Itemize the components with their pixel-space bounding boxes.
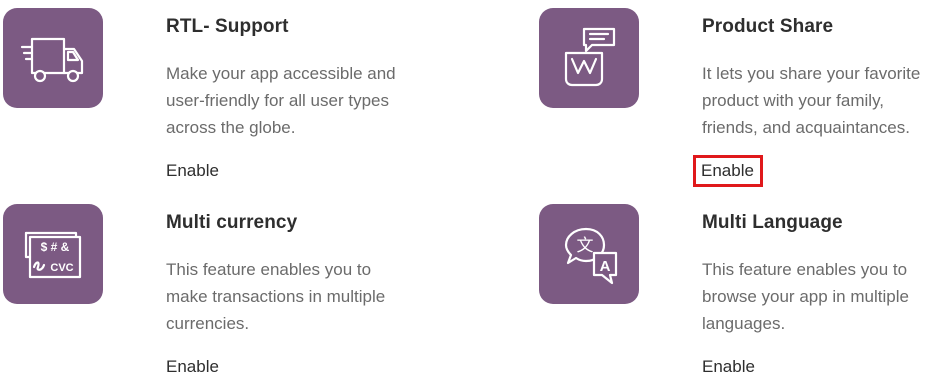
feature-title: RTL- Support — [166, 16, 289, 37]
feature-icon-tile — [3, 8, 103, 108]
feature-description: This feature enables you to browse your … — [702, 260, 909, 333]
feature-title: Product Share — [702, 16, 834, 37]
feature-title: Multi currency — [166, 212, 298, 233]
feature-title: Multi Language — [702, 212, 843, 233]
delivery-truck-icon — [20, 37, 84, 83]
currency-card-icon: $ # & CVC — [24, 231, 82, 279]
feature-icon-tile: $ # & CVC — [3, 204, 103, 304]
share-basket-icon — [564, 27, 616, 87]
feature-card-product-share: Product Share It lets you share your fav… — [539, 8, 933, 188]
enable-button-rtl-support[interactable]: Enable — [166, 160, 219, 182]
feature-card-multi-currency: $ # & CVC Multi currency This feature en… — [3, 204, 423, 382]
enable-button-product-share[interactable]: Enable — [693, 155, 763, 187]
feature-description: Make your app accessible and user-friend… — [166, 64, 396, 137]
feature-card-multi-language: 文 A Multi Language This feature enables … — [539, 204, 933, 382]
feature-icon-tile — [539, 8, 639, 108]
translate-icon: 文 A — [564, 227, 618, 285]
enable-button-multi-language[interactable]: Enable — [702, 356, 755, 378]
feature-card-rtl-support: RTL- Support Make your app accessible an… — [3, 8, 423, 188]
feature-description: It lets you share your favorite product … — [702, 64, 921, 137]
feature-description: This feature enables you to make transac… — [166, 260, 386, 333]
translate-glyph-a: 文 — [577, 236, 594, 256]
enable-button-multi-currency[interactable]: Enable — [166, 356, 219, 378]
feature-icon-tile: 文 A — [539, 204, 639, 304]
currency-symbols-text: $ # & — [41, 240, 70, 254]
translate-glyph-b: A — [600, 258, 611, 275]
currency-code-text: CVC — [50, 262, 73, 274]
